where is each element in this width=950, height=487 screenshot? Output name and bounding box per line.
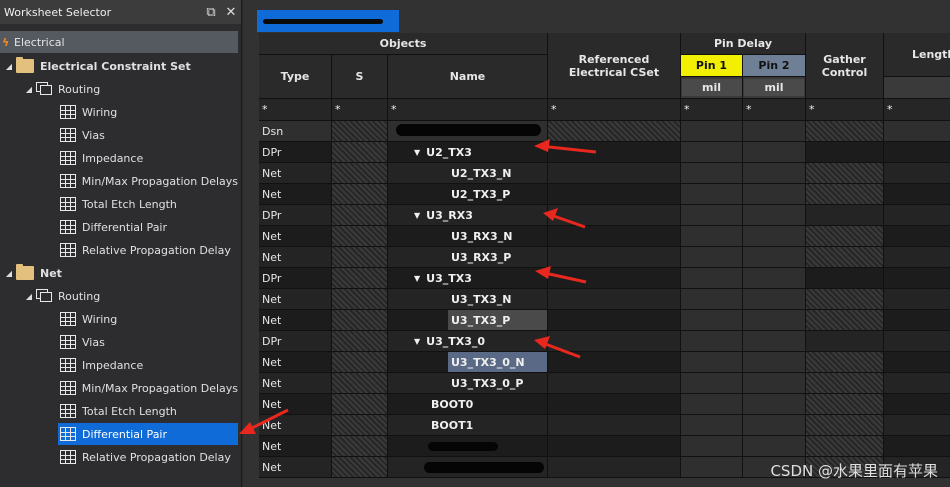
- red-arrow-icon: [534, 336, 581, 359]
- red-arrow-icon: [534, 139, 597, 154]
- annotation-arrows: [239, 139, 597, 434]
- watermark: CSDN @水果里面有苹果: [770, 462, 938, 480]
- red-arrow-icon: [543, 208, 586, 229]
- red-arrow-icon: [239, 408, 289, 434]
- red-arrow-icon: [535, 266, 587, 284]
